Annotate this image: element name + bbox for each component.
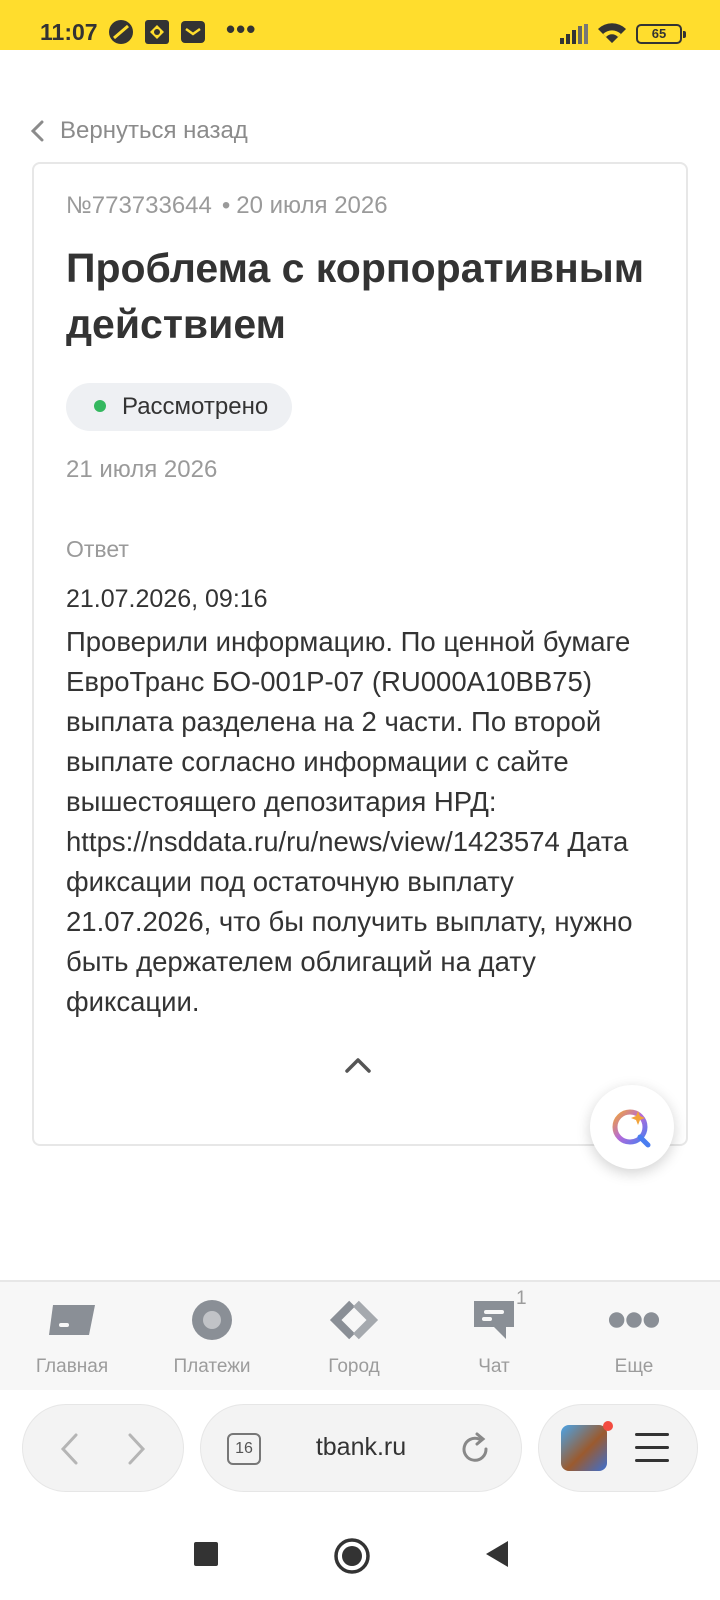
tab-chat[interactable]: 1 Чат bbox=[424, 1282, 564, 1392]
chevron-right-icon bbox=[128, 1433, 146, 1465]
tabs-count-button[interactable]: 16 bbox=[227, 1433, 261, 1465]
ticket-date: 20 июля 2026 bbox=[236, 192, 388, 219]
chevron-left-icon bbox=[30, 120, 44, 142]
status-bar: 11:07 ••• 65 bbox=[0, 0, 720, 50]
ticket-card: №773733644 • 20 июля 2026 Проблема с корпо… bbox=[32, 162, 688, 1146]
resolved-date: 21 июля 2026 bbox=[66, 456, 218, 483]
assistant-icon bbox=[612, 1109, 651, 1148]
notification-icon bbox=[144, 19, 170, 45]
home-card-icon bbox=[46, 1296, 98, 1344]
assistant-button[interactable] bbox=[590, 1085, 674, 1169]
url-text[interactable]: tbank.ru bbox=[281, 1433, 441, 1462]
city-icon bbox=[328, 1296, 380, 1344]
browser-menu-group bbox=[538, 1404, 698, 1492]
system-nav-bar bbox=[0, 1508, 720, 1600]
status-time: 11:07 bbox=[40, 19, 98, 45]
status-dot-icon bbox=[94, 400, 106, 412]
reload-icon[interactable] bbox=[457, 1431, 493, 1467]
tab-payments[interactable]: Платежи bbox=[142, 1282, 282, 1392]
back-link[interactable]: Вернуться назад bbox=[30, 116, 248, 146]
payments-icon bbox=[186, 1296, 238, 1344]
menu-hamburger-icon[interactable] bbox=[635, 1433, 669, 1463]
notification-icon bbox=[108, 19, 134, 45]
more-icon bbox=[608, 1296, 660, 1344]
back-link-label: Вернуться назад bbox=[60, 117, 248, 144]
browser-back-button[interactable] bbox=[47, 1427, 91, 1471]
answer-datetime: 21.07.2026, 09:16 bbox=[66, 585, 268, 613]
collapse-chevron-up-icon[interactable] bbox=[344, 1056, 372, 1074]
tab-more-label: Еще bbox=[614, 1356, 654, 1377]
mail-icon bbox=[180, 19, 206, 45]
tab-home[interactable]: Главная bbox=[2, 1282, 142, 1392]
meta-separator: • bbox=[221, 192, 231, 219]
browser-nav-group bbox=[22, 1404, 184, 1492]
tab-chat-label: Чат bbox=[478, 1356, 510, 1377]
browser-forward-button[interactable] bbox=[115, 1427, 159, 1471]
answer-text: Проверили информацию. По ценной бумаге Е… bbox=[66, 626, 633, 1017]
tab-more[interactable]: Еще bbox=[564, 1282, 704, 1392]
ticket-title: Проблема с корпоративным действием bbox=[66, 245, 645, 347]
extension-game-icon[interactable] bbox=[561, 1425, 607, 1471]
answer-label: Ответ bbox=[66, 536, 129, 562]
chat-unread-count: 1 bbox=[516, 1288, 527, 1309]
tab-city[interactable]: Город bbox=[284, 1282, 424, 1392]
square-icon bbox=[194, 1542, 218, 1566]
bottom-tab-bar: Главная Платежи Город 1 Чат Еще bbox=[0, 1280, 720, 1390]
chevron-left-icon bbox=[60, 1433, 78, 1465]
battery-icon: 65 bbox=[636, 24, 686, 44]
tab-payments-label: Платежи bbox=[173, 1356, 251, 1377]
wifi-icon bbox=[597, 22, 627, 49]
ticket-meta: №773733644 • 20 июля 2026 bbox=[66, 192, 388, 220]
ticket-number: №773733644 bbox=[66, 192, 212, 219]
home-button[interactable] bbox=[332, 1536, 370, 1574]
circle-icon bbox=[334, 1538, 370, 1574]
browser-toolbar: 16 tbank.ru bbox=[0, 1390, 720, 1508]
signal-icon bbox=[560, 24, 588, 49]
chat-icon bbox=[468, 1296, 520, 1344]
more-dots-icon: ••• bbox=[226, 14, 257, 44]
tab-home-label: Главная bbox=[35, 1356, 109, 1377]
address-bar[interactable]: 16 tbank.ru bbox=[200, 1404, 522, 1492]
triangle-back-icon bbox=[486, 1541, 508, 1567]
recents-button[interactable] bbox=[188, 1536, 224, 1572]
status-label: Рассмотрено bbox=[122, 393, 269, 420]
tab-city-label: Город bbox=[328, 1356, 380, 1377]
status-badge: Рассмотрено bbox=[66, 383, 293, 431]
back-button[interactable] bbox=[480, 1536, 516, 1572]
notification-dot-icon bbox=[603, 1421, 613, 1431]
